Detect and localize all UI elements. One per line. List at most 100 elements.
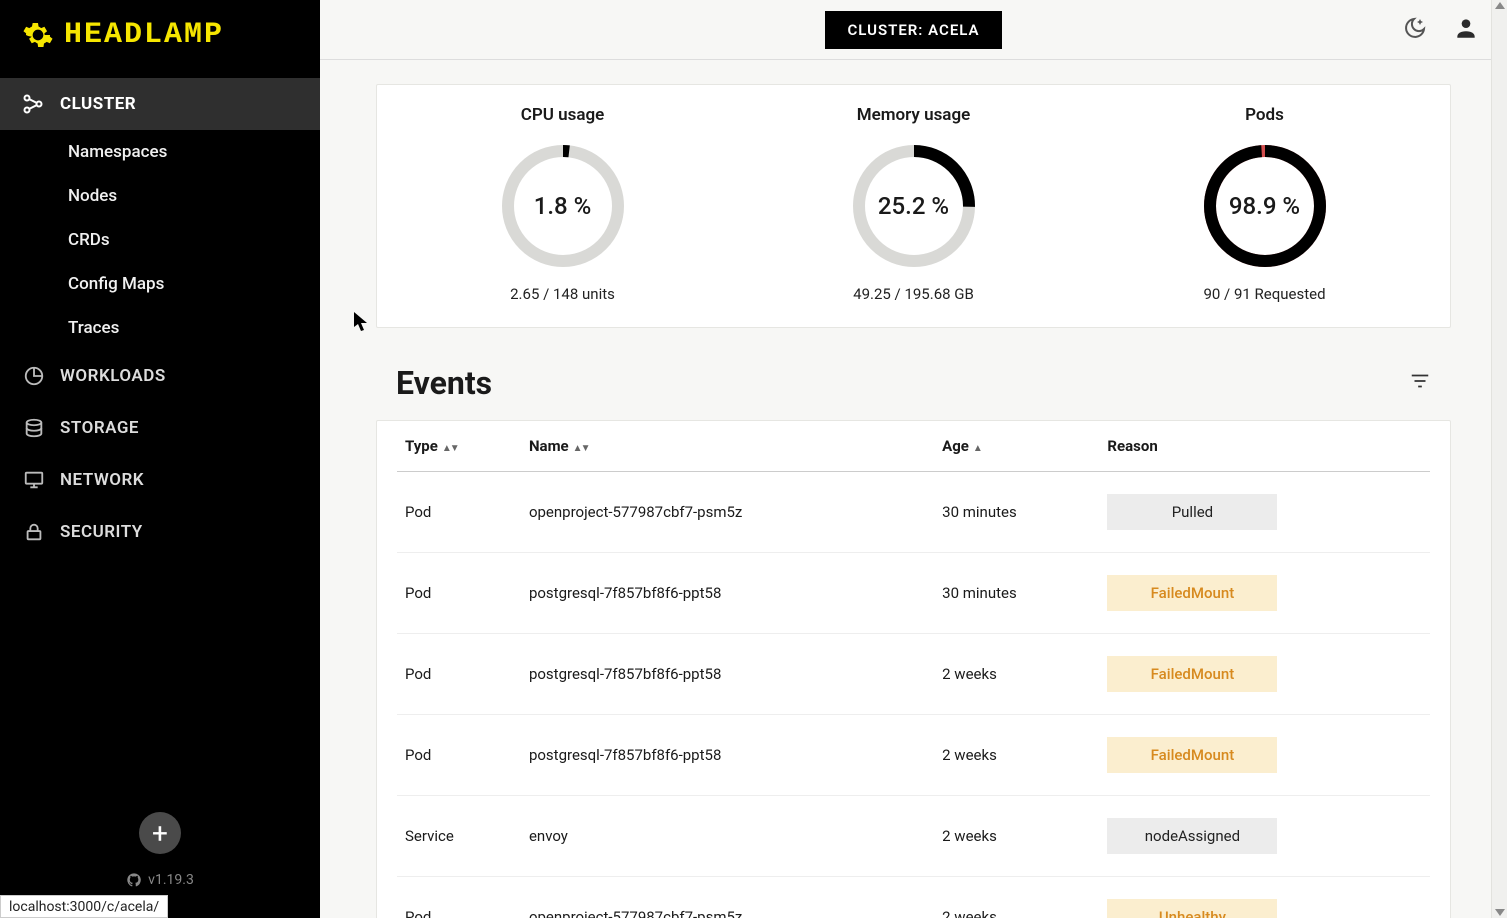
- sidebar-item-label: WORKLOADS: [60, 366, 166, 386]
- cluster-chip[interactable]: CLUSTER: ACELA: [825, 11, 1001, 49]
- user-icon[interactable]: [1453, 15, 1479, 45]
- cell-type: Pod: [397, 634, 521, 715]
- events-table-wrap: Type▲▼ Name▲▼ Age▲ Reason Pod openprojec…: [376, 420, 1451, 918]
- stat-gauge: Pods 98.9 % 90 / 91 Requested: [1089, 105, 1440, 303]
- reason-badge: FailedMount: [1107, 575, 1277, 611]
- cell-age: 2 weeks: [934, 634, 1099, 715]
- cell-type: Service: [397, 796, 521, 877]
- sidebar-sub-crds[interactable]: CRDs: [0, 218, 320, 262]
- sidebar-item-label: CLUSTER: [60, 94, 136, 114]
- sidebar-sub-traces[interactable]: Traces: [0, 306, 320, 350]
- gauge-value: 25.2 %: [849, 141, 979, 271]
- sidebar-item-network[interactable]: NETWORK: [0, 454, 320, 506]
- github-icon: [126, 872, 142, 888]
- theme-toggle-icon[interactable]: [1403, 16, 1427, 44]
- table-row[interactable]: Pod openproject-577987cbf7-psm5z 2 weeks…: [397, 877, 1430, 918]
- sidebar-sub-nodes[interactable]: Nodes: [0, 174, 320, 218]
- sidebar-item-label: SECURITY: [60, 522, 143, 542]
- cell-reason: FailedMount: [1099, 634, 1430, 715]
- reason-badge: FailedMount: [1107, 737, 1277, 773]
- cell-reason: Unhealthy: [1099, 877, 1430, 918]
- cell-reason: nodeAssigned: [1099, 796, 1430, 877]
- filter-icon[interactable]: [1409, 370, 1431, 396]
- cell-name: openproject-577987cbf7-psm5z: [521, 877, 934, 918]
- cell-age: 30 minutes: [934, 472, 1099, 553]
- cell-reason: FailedMount: [1099, 553, 1430, 634]
- gear-icon: [22, 19, 54, 51]
- reason-badge: FailedMount: [1107, 656, 1277, 692]
- events-tbody: Pod openproject-577987cbf7-psm5z 30 minu…: [397, 472, 1430, 918]
- stats-card: CPU usage 1.8 % 2.65 / 148 units Memory …: [376, 84, 1451, 328]
- events-table: Type▲▼ Name▲▼ Age▲ Reason Pod openprojec…: [397, 421, 1430, 918]
- cell-type: Pod: [397, 553, 521, 634]
- cell-age: 2 weeks: [934, 796, 1099, 877]
- status-footer: localhost:3000/c/acela/: [0, 895, 168, 918]
- cell-age: 2 weeks: [934, 877, 1099, 918]
- stat-subtext: 49.25 / 195.68 GB: [853, 285, 974, 303]
- gauge-value: 1.8 %: [498, 141, 628, 271]
- table-row[interactable]: Pod postgresql-7f857bf8f6-ppt58 30 minut…: [397, 553, 1430, 634]
- table-row[interactable]: Service envoy 2 weeks nodeAssigned: [397, 796, 1430, 877]
- sidebar-sub-namespaces[interactable]: Namespaces: [0, 130, 320, 174]
- cell-reason: Pulled: [1099, 472, 1430, 553]
- sidebar-item-workloads[interactable]: WORKLOADS: [0, 350, 320, 402]
- cell-name: envoy: [521, 796, 934, 877]
- gauge: 98.9 %: [1200, 141, 1330, 271]
- app-name: HEADLAMP: [64, 18, 224, 52]
- add-button[interactable]: +: [139, 812, 181, 854]
- plus-icon: +: [152, 817, 168, 850]
- sidebar: HEADLAMP CLUSTER Namespaces Nodes CRDs C…: [0, 0, 320, 918]
- stat-gauge: CPU usage 1.8 % 2.65 / 148 units: [387, 105, 738, 303]
- cell-type: Pod: [397, 877, 521, 918]
- reason-badge: Unhealthy: [1107, 899, 1277, 918]
- stat-subtext: 2.65 / 148 units: [510, 285, 615, 303]
- sort-icon: ▲▼: [442, 443, 458, 454]
- gauge: 1.8 %: [498, 141, 628, 271]
- col-name[interactable]: Name▲▼: [521, 421, 934, 472]
- sidebar-item-cluster[interactable]: CLUSTER: [0, 78, 320, 130]
- sidebar-item-label: STORAGE: [60, 418, 139, 438]
- main-content: CPU usage 1.8 % 2.65 / 148 units Memory …: [320, 60, 1507, 918]
- stat-title: CPU usage: [521, 105, 605, 125]
- stat-title: Memory usage: [857, 105, 971, 125]
- sidebar-nav: CLUSTER Namespaces Nodes CRDs Config Map…: [0, 70, 320, 812]
- stat-title: Pods: [1245, 105, 1284, 125]
- cell-age: 30 minutes: [934, 553, 1099, 634]
- table-row[interactable]: Pod postgresql-7f857bf8f6-ppt58 2 weeks …: [397, 634, 1430, 715]
- cell-name: openproject-577987cbf7-psm5z: [521, 472, 934, 553]
- lock-icon: [22, 520, 46, 544]
- scrollbar[interactable]: [1491, 0, 1507, 918]
- sort-icon: ▲▼: [573, 443, 589, 454]
- gauge: 25.2 %: [849, 141, 979, 271]
- gauge-value: 98.9 %: [1200, 141, 1330, 271]
- col-type[interactable]: Type▲▼: [397, 421, 521, 472]
- topbar: CLUSTER: ACELA: [320, 0, 1507, 60]
- version-label: v1.19.3: [126, 872, 194, 888]
- sort-icon: ▲: [973, 443, 981, 454]
- app-logo[interactable]: HEADLAMP: [0, 0, 320, 70]
- sidebar-item-label: NETWORK: [60, 470, 144, 490]
- stat-gauge: Memory usage 25.2 % 49.25 / 195.68 GB: [738, 105, 1089, 303]
- sidebar-item-security[interactable]: SECURITY: [0, 506, 320, 558]
- cell-type: Pod: [397, 472, 521, 553]
- cell-reason: FailedMount: [1099, 715, 1430, 796]
- cell-age: 2 weeks: [934, 715, 1099, 796]
- reason-badge: nodeAssigned: [1107, 818, 1277, 854]
- cell-type: Pod: [397, 715, 521, 796]
- cell-name: postgresql-7f857bf8f6-ppt58: [521, 715, 934, 796]
- events-title: Events: [396, 364, 492, 402]
- storage-icon: [22, 416, 46, 440]
- cell-name: postgresql-7f857bf8f6-ppt58: [521, 634, 934, 715]
- sidebar-item-storage[interactable]: STORAGE: [0, 402, 320, 454]
- cell-name: postgresql-7f857bf8f6-ppt58: [521, 553, 934, 634]
- col-reason[interactable]: Reason: [1099, 421, 1430, 472]
- network-icon: [22, 468, 46, 492]
- pie-icon: [22, 364, 46, 388]
- events-header: Events: [396, 364, 1431, 402]
- col-age[interactable]: Age▲: [934, 421, 1099, 472]
- table-row[interactable]: Pod postgresql-7f857bf8f6-ppt58 2 weeks …: [397, 715, 1430, 796]
- sidebar-sub-configmaps[interactable]: Config Maps: [0, 262, 320, 306]
- reason-badge: Pulled: [1107, 494, 1277, 530]
- table-row[interactable]: Pod openproject-577987cbf7-psm5z 30 minu…: [397, 472, 1430, 553]
- cluster-icon: [22, 92, 46, 116]
